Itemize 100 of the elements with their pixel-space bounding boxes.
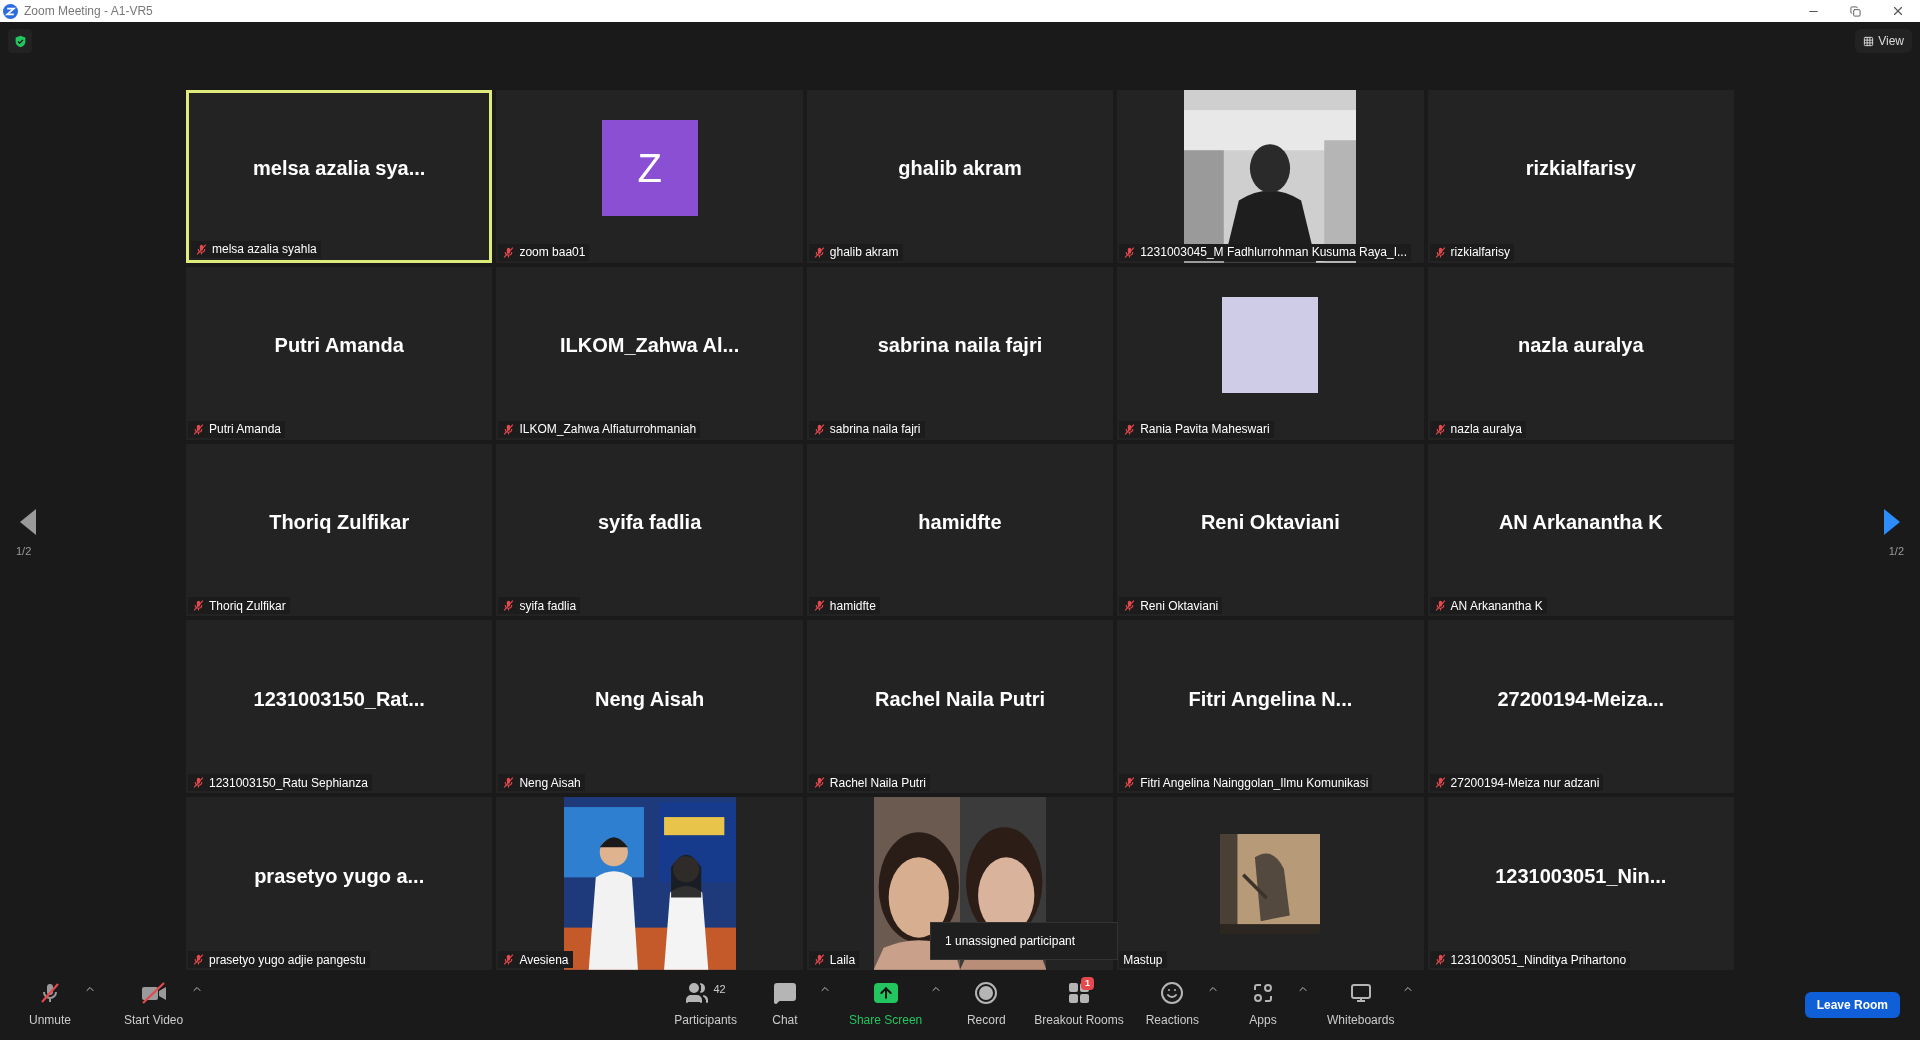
muted-mic-icon bbox=[502, 953, 516, 966]
participant-label: Avesiena bbox=[519, 953, 569, 966]
muted-mic-icon bbox=[502, 422, 516, 436]
participant-label: Putri Amanda bbox=[209, 423, 282, 436]
record-icon bbox=[974, 981, 999, 1005]
participant-label: Neng Aisah bbox=[519, 776, 581, 789]
participant-name: Rachel Naila Putri bbox=[874, 686, 1045, 712]
participant-label: 27200194-Meiza nur adzani bbox=[1450, 776, 1600, 789]
participant-label: nazla auralya bbox=[1450, 423, 1522, 436]
toolbar-label: Unmute bbox=[29, 1012, 71, 1029]
muted-mic-icon bbox=[1123, 422, 1137, 436]
page-indicator: 1/2 bbox=[16, 543, 32, 559]
participant-label: Thoriq Zulfikar bbox=[209, 599, 286, 612]
participant-label: Rachel Naila Putri bbox=[829, 776, 926, 789]
notification-badge: 1 bbox=[1081, 977, 1094, 990]
view-button[interactable]: View bbox=[1855, 29, 1912, 53]
toolbar-label: Apps bbox=[1249, 1012, 1277, 1029]
window-title: Zoom Meeting - A1-VR5 bbox=[24, 3, 153, 20]
participant-label: Reni Oktaviani bbox=[1140, 599, 1219, 612]
muted-mic-icon bbox=[502, 245, 516, 259]
participant-name: prasetyo yugo a... bbox=[254, 863, 425, 889]
participant-name: 27200194-Meiza... bbox=[1497, 686, 1665, 712]
participant-label: Rania Pavita Maheswari bbox=[1140, 423, 1270, 436]
muted-mic-icon bbox=[192, 776, 205, 790]
toolbar-button[interactable]: Start Video bbox=[120, 981, 188, 1029]
toolbar-button[interactable]: Reactions bbox=[1141, 981, 1204, 1029]
muted-mic-icon bbox=[1123, 599, 1137, 613]
toolbar-button[interactable]: Record bbox=[956, 981, 1017, 1029]
toolbar-label: Breakout Rooms bbox=[1034, 1012, 1124, 1029]
muted-mic-icon bbox=[812, 776, 826, 790]
next-page-arrow[interactable] bbox=[1884, 508, 1900, 535]
app-logo-icon bbox=[3, 3, 18, 19]
toolbar-button[interactable]: Chat bbox=[754, 981, 815, 1029]
avatar: Z bbox=[601, 120, 698, 217]
muted-mic-icon bbox=[812, 245, 826, 259]
muted-mic-icon bbox=[1433, 245, 1447, 259]
participant-label: 1231003051_Ninditya Prihartono bbox=[1450, 953, 1627, 966]
restore-icon[interactable] bbox=[1850, 5, 1861, 17]
security-shield-icon[interactable] bbox=[8, 29, 32, 53]
participant-label: sabrina naila fajri bbox=[829, 423, 921, 436]
participant-label: prasetyo yugo adjie pangestu bbox=[209, 953, 366, 966]
muted-mic-icon bbox=[38, 981, 62, 1005]
participant-label: 1231003150_Ratu Sephianza bbox=[209, 776, 368, 789]
muted-mic-icon bbox=[812, 599, 826, 613]
toolbar-label: Share Screen bbox=[848, 1012, 923, 1029]
participants-icon bbox=[685, 981, 710, 1005]
muted-mic-icon bbox=[812, 953, 826, 966]
muted-mic-icon bbox=[1433, 776, 1447, 790]
participant-label: syifa fadlia bbox=[519, 599, 577, 612]
toolbar-button[interactable]: Unmute bbox=[20, 981, 80, 1029]
toolbar-label: Record bbox=[966, 1012, 1006, 1029]
muted-mic-icon bbox=[1433, 422, 1447, 436]
toolbar-label: Reactions bbox=[1145, 1012, 1200, 1029]
participant-label: hamidfte bbox=[829, 599, 876, 612]
participant-name: sabrina naila fajri bbox=[877, 333, 1043, 359]
participant-name: Thoriq Zulfikar bbox=[269, 510, 410, 535]
participant-name: ghalib akram bbox=[898, 156, 1022, 182]
participant-label: zoom baa01 bbox=[519, 246, 586, 259]
toolbar-button[interactable]: 42 Participants bbox=[670, 981, 741, 1029]
participant-name: Neng Aisah bbox=[594, 686, 705, 712]
toolbar-label: Whiteboards bbox=[1327, 1012, 1395, 1029]
muted-mic-icon bbox=[192, 599, 205, 613]
participant-name: Fitri Angelina N... bbox=[1188, 686, 1353, 712]
muted-mic-icon bbox=[502, 599, 516, 613]
participant-label: AN Arkanantha K bbox=[1450, 599, 1543, 612]
participant-label: Mastup bbox=[1123, 953, 1163, 966]
participant-name: AN Arkanantha K bbox=[1498, 510, 1663, 535]
muted-mic-icon bbox=[1123, 776, 1137, 790]
participant-name: syifa fadlia bbox=[597, 510, 702, 535]
participant-name: rizkialfarisy bbox=[1525, 156, 1636, 182]
participant-name: hamidfte bbox=[918, 510, 1002, 535]
muted-mic-icon bbox=[1123, 245, 1137, 259]
tooltip-text: 1 unassigned participant bbox=[945, 933, 1076, 950]
muted-mic-icon bbox=[192, 953, 205, 966]
muted-mic-icon bbox=[195, 242, 208, 256]
whiteboard-icon bbox=[1348, 981, 1373, 1005]
share-screen-icon bbox=[873, 983, 898, 1003]
video-off-icon bbox=[139, 981, 168, 1005]
chat-icon bbox=[772, 981, 797, 1005]
muted-mic-icon bbox=[1433, 599, 1447, 613]
toolbar-button[interactable]: Share Screen bbox=[844, 981, 927, 1029]
muted-mic-icon bbox=[192, 422, 205, 436]
grid-icon bbox=[1863, 35, 1875, 47]
participant-name: Reni Oktaviani bbox=[1200, 510, 1340, 535]
toolbar-label: Chat bbox=[772, 1012, 798, 1029]
participant-label: melsa azalia syahla bbox=[212, 243, 317, 256]
participant-name: Putri Amanda bbox=[274, 333, 404, 359]
leave-room-button[interactable]: Leave Room bbox=[1804, 992, 1900, 1018]
toolbar-label: Participants bbox=[674, 1012, 737, 1029]
muted-mic-icon bbox=[1433, 953, 1447, 966]
participant-count: 42 bbox=[713, 981, 726, 997]
toolbar-button[interactable]: Apps bbox=[1233, 981, 1294, 1029]
close-icon[interactable] bbox=[1891, 4, 1905, 18]
participant-name: ILKOM_Zahwa Al... bbox=[559, 333, 740, 359]
muted-mic-icon bbox=[502, 776, 516, 790]
participant-label: 1231003045_M Fadhlurrohman Kusuma Raya_I... bbox=[1140, 246, 1408, 259]
participant-name: 1231003150_Rat... bbox=[253, 686, 425, 712]
toolbar-button[interactable]: Whiteboards bbox=[1323, 981, 1399, 1029]
reactions-icon bbox=[1160, 981, 1185, 1005]
participant-name: nazla auralya bbox=[1517, 333, 1644, 359]
